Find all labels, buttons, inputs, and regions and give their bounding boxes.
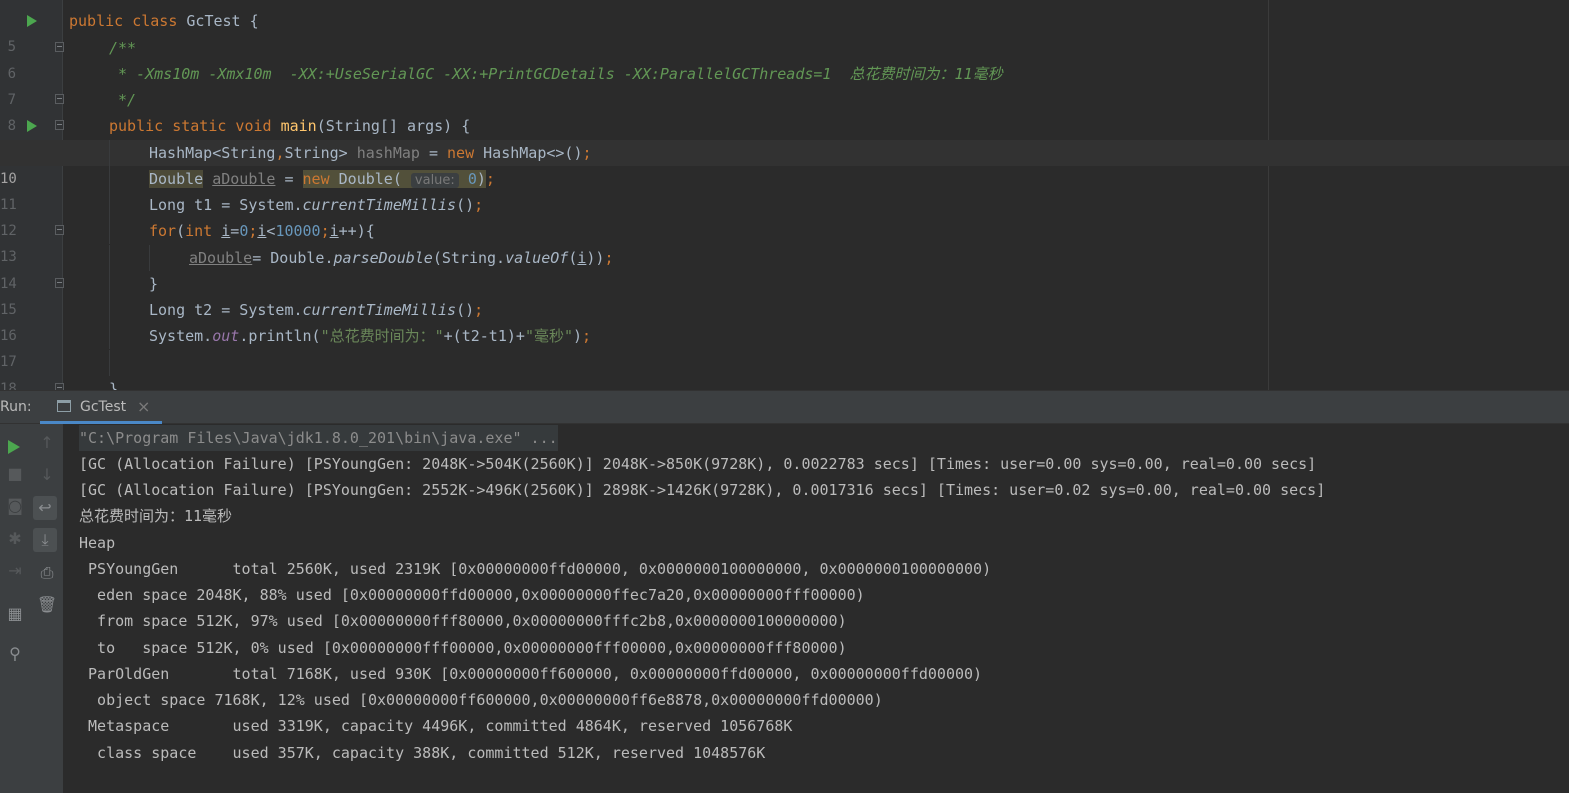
arrow-down-icon[interactable]: ↓ xyxy=(35,463,59,487)
console-line: to space 512K, 0% used [0x00000000fff000… xyxy=(79,639,847,657)
code-editor[interactable]: 5 public class GcTest { 6 /** 7 * -Xms10… xyxy=(0,0,1569,390)
fold-icon[interactable] xyxy=(55,278,64,288)
close-icon[interactable]: × xyxy=(137,397,150,416)
javadoc-comment: * -Xms10m -Xmx10m -XX:+UseSerialGC -XX:+… xyxy=(109,65,1003,83)
run-toolbar-secondary: ↑ ↓ ↩ ⤓ ⎙ 🗑 xyxy=(31,424,64,793)
scroll-to-end-icon[interactable]: ⤓ xyxy=(33,528,57,552)
code-line[interactable]: 12 Long t1 = System.currentTimeMillis(); xyxy=(0,192,1569,239)
console-line: object space 7168K, 12% used [0x00000000… xyxy=(79,691,883,709)
console-line: [GC (Allocation Failure) [PSYoungGen: 20… xyxy=(79,455,1317,473)
code-line[interactable]: 17 System.out.println("总花费时间为："+(t2-t1)+… xyxy=(0,323,1569,370)
code-line[interactable]: 5 public class GcTest { xyxy=(0,8,1569,55)
code-line[interactable]: 15 } xyxy=(0,271,1569,318)
console-line: ParOldGen total 7168K, used 930K [0x0000… xyxy=(79,665,983,683)
print-icon[interactable]: ⎙ xyxy=(35,561,59,585)
run-label: Run: xyxy=(0,399,32,415)
console-line-command: "C:\Program Files\Java\jdk1.8.0_201\bin\… xyxy=(79,425,558,451)
console-output[interactable]: "C:\Program Files\Java\jdk1.8.0_201\bin\… xyxy=(63,424,1569,793)
console-line: class space used 357K, capacity 388K, co… xyxy=(79,744,766,762)
code-line[interactable]: 19 } xyxy=(0,376,1569,390)
console-line: from space 512K, 97% used [0x00000000fff… xyxy=(79,612,847,630)
code-line[interactable]: 8 */ xyxy=(0,87,1569,134)
fold-icon[interactable] xyxy=(55,42,64,52)
pin-icon[interactable]: ⚲ xyxy=(3,642,27,666)
code-line[interactable]: 9 public static void main(String[] args)… xyxy=(0,113,1569,160)
soft-wrap-icon[interactable]: ↩ xyxy=(33,496,57,520)
fold-icon[interactable] xyxy=(55,94,64,104)
layout-icon[interactable]: ▦ xyxy=(3,602,27,626)
play-icon[interactable] xyxy=(3,429,27,454)
console-line: eden space 2048K, 88% used [0x00000000ff… xyxy=(79,586,865,604)
console-line: 总花费时间为：11毫秒 xyxy=(79,507,233,525)
code-line[interactable]: 14 aDouble= Double.parseDouble(String.va… xyxy=(0,245,1569,292)
fold-icon[interactable] xyxy=(55,383,64,390)
run-main-icon[interactable] xyxy=(27,120,37,132)
run-tool-window-header: Run: GcTest × xyxy=(0,390,1569,424)
run-class-icon[interactable] xyxy=(27,15,37,27)
gear-icon[interactable]: ✱ xyxy=(3,527,27,551)
console-line: [GC (Allocation Failure) [PSYoungGen: 25… xyxy=(79,481,1326,499)
code-line[interactable]: 7 * -Xms10m -Xmx10m -XX:+UseSerialGC -XX… xyxy=(0,61,1569,108)
code-line-current[interactable]: 10 HashMap<String,String> hashMap = new … xyxy=(0,140,1569,187)
fold-icon[interactable] xyxy=(55,120,64,130)
console-tab-icon xyxy=(57,400,71,412)
exit-icon[interactable]: ⇥ xyxy=(3,559,27,583)
arrow-up-icon[interactable]: ↑ xyxy=(35,431,59,455)
console-line: Metaspace used 3319K, capacity 4496K, co… xyxy=(79,717,793,735)
camera-icon[interactable]: ◙ xyxy=(3,494,27,518)
code-line[interactable]: 16 Long t2 = System.currentTimeMillis(); xyxy=(0,297,1569,344)
code-line[interactable]: 13 for(int i=0;i<10000;i++){ xyxy=(0,218,1569,265)
code-line[interactable]: 6 /** xyxy=(0,35,1569,82)
code-line[interactable]: 18 xyxy=(0,350,1569,390)
parameter-hint: value: xyxy=(410,173,459,188)
stop-icon[interactable]: ■ xyxy=(3,462,27,486)
console-line: Heap xyxy=(79,534,116,552)
run-tab-label: GcTest xyxy=(80,399,127,415)
run-tab-gctest[interactable]: GcTest × xyxy=(40,391,162,424)
fold-icon[interactable] xyxy=(55,225,64,235)
console-line: PSYoungGen total 2560K, used 2319K [0x00… xyxy=(79,560,992,578)
code-line[interactable]: 11 Double aDouble = new Double( value: 0… xyxy=(0,166,1569,213)
trash-icon[interactable]: 🗑 xyxy=(35,593,59,617)
run-toolbar-primary: ■ ◙ ✱ ⇥ ▦ ⚲ xyxy=(0,424,31,793)
